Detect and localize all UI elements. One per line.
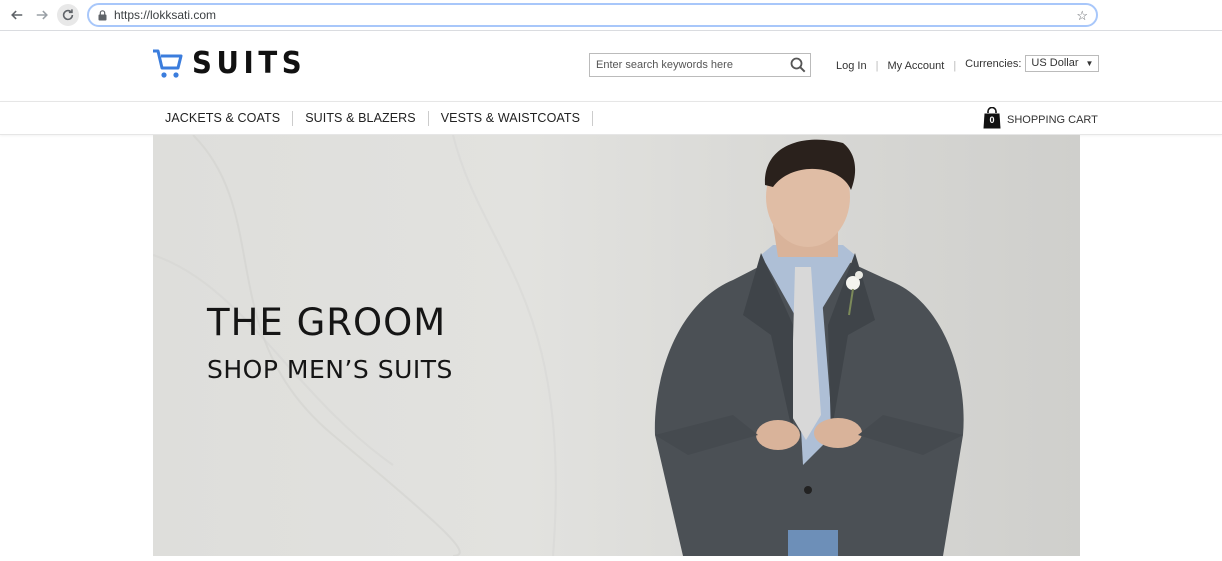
divider: | — [953, 59, 957, 72]
url-text: https://lokksati.com — [114, 8, 217, 22]
cart-label: SHOPPING CART — [1007, 114, 1098, 126]
shopping-cart-link[interactable]: 0 SHOPPING CART — [983, 106, 1098, 129]
lock-icon — [98, 10, 107, 21]
back-arrow-icon[interactable] — [6, 4, 28, 26]
bookmark-star-icon[interactable]: ☆ — [1076, 8, 1088, 24]
currencies-label: Currencies: — [965, 57, 1022, 70]
shopping-cart-logo-icon — [153, 49, 183, 78]
category-menu: JACKETS & COATS SUITS & BLAZERS VESTS & … — [153, 102, 594, 135]
divider: | — [875, 59, 879, 72]
hero-subtitle[interactable]: SHOP MEN’S SUITS — [207, 355, 453, 384]
caret-down-icon: ▼ — [1085, 59, 1094, 68]
nav-item-jackets-coats[interactable]: JACKETS & COATS — [153, 111, 294, 126]
forward-arrow-icon[interactable] — [31, 4, 53, 26]
search-icon[interactable] — [790, 57, 806, 73]
main-nav: JACKETS & COATS SUITS & BLAZERS VESTS & … — [0, 101, 1222, 135]
cart-count: 0 — [989, 115, 995, 125]
shopping-bag-icon: 0 — [983, 106, 1001, 129]
hero-banner[interactable]: THE GROOM SHOP MEN’S SUITS — [153, 135, 1080, 556]
search-box — [589, 53, 811, 77]
browser-toolbar: https://lokksati.com ☆ — [0, 0, 1222, 31]
address-bar[interactable]: https://lokksati.com ☆ — [87, 3, 1098, 27]
hero-title: THE GROOM — [207, 301, 447, 344]
model-photo — [654, 139, 964, 556]
login-link[interactable]: Log In — [836, 60, 867, 72]
currency-select[interactable]: US Dollar ▼ — [1025, 55, 1100, 72]
currency-value: US Dollar — [1031, 57, 1079, 69]
logo-text: SUITS — [192, 46, 307, 81]
reload-icon[interactable] — [57, 4, 79, 26]
my-account-link[interactable]: My Account — [887, 60, 944, 72]
nav-item-vests-waistcoats[interactable]: VESTS & WAISTCOATS — [429, 111, 594, 126]
header-links: Log In | My Account | Currencies: US Dol… — [836, 55, 1100, 72]
nav-item-suits-blazers[interactable]: SUITS & BLAZERS — [293, 111, 429, 126]
search-input[interactable] — [590, 54, 780, 76]
site-logo[interactable]: SUITS — [152, 46, 316, 81]
site-header: SUITS Log In | My Account | Currencies: … — [0, 31, 1222, 101]
